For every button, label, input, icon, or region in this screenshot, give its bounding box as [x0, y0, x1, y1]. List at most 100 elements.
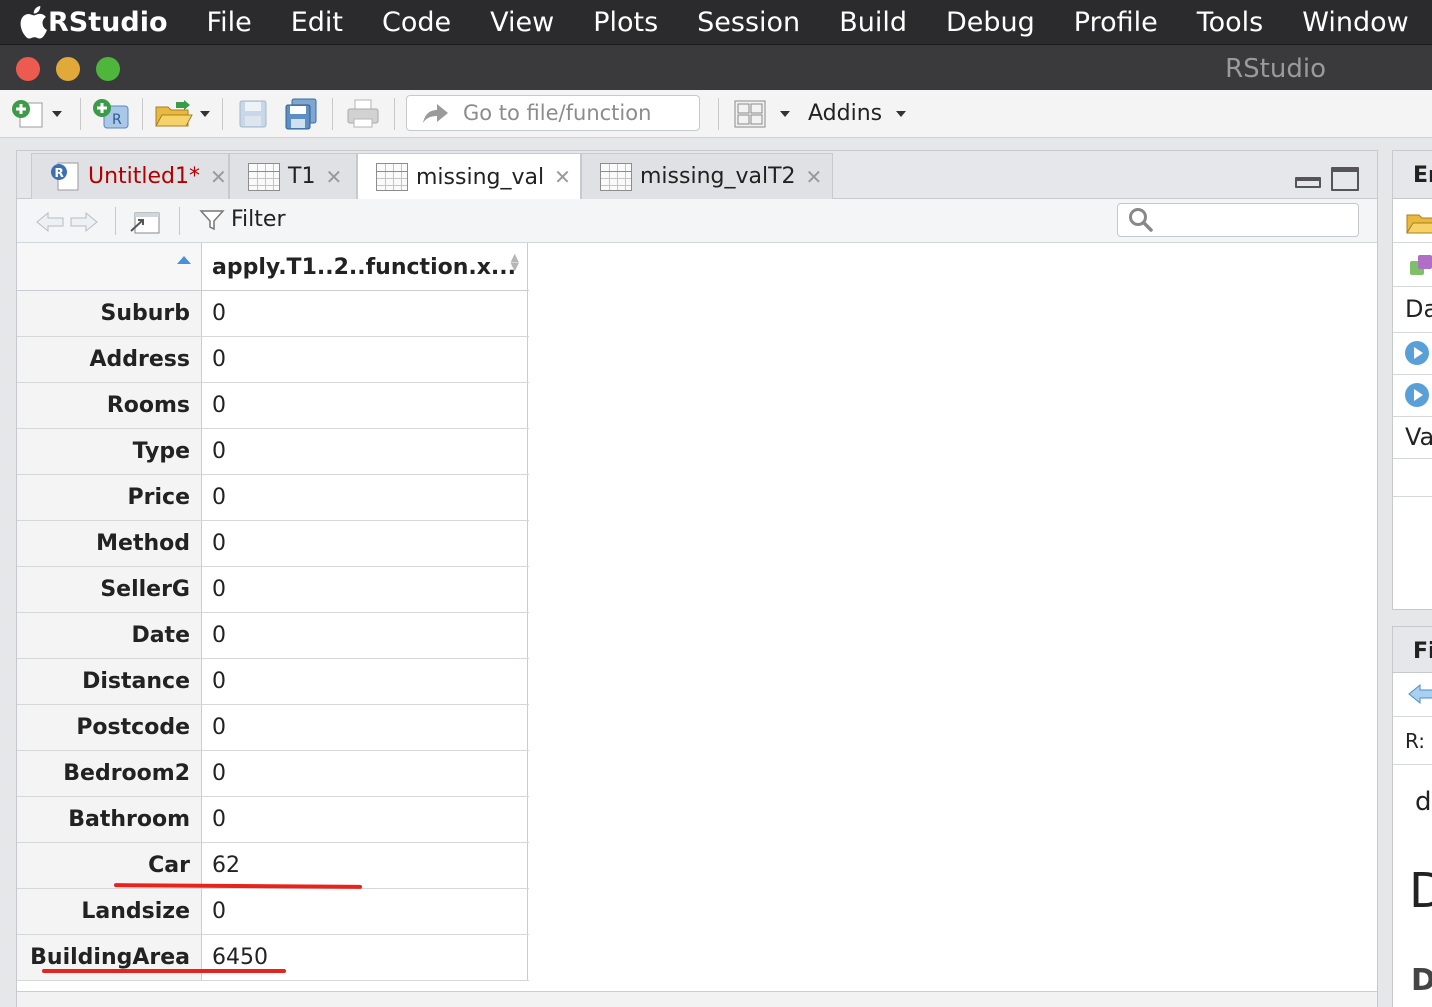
table-cell[interactable]: 0	[202, 613, 528, 658]
row-names-header[interactable]	[17, 243, 202, 290]
env-section-values: Va	[1393, 417, 1432, 459]
close-icon[interactable]: ✕	[325, 165, 342, 189]
table-cell[interactable]: 0	[202, 521, 528, 566]
tab-t1[interactable]: T1 ✕	[229, 153, 357, 199]
row-name: Bedroom2	[17, 751, 202, 796]
new-project-button[interactable]: R	[92, 98, 132, 130]
menu-app-name[interactable]: RStudio	[48, 7, 168, 38]
source-pane: R Untitled1* ✕ T1 ✕ missing_val ✕ missin…	[16, 150, 1378, 1007]
tab-missing-valt2[interactable]: missing_valT2 ✕	[581, 153, 833, 199]
files-tab[interactable]: Fi	[1393, 627, 1432, 673]
env-toolbar-row	[1393, 199, 1432, 243]
open-file-button[interactable]	[154, 98, 210, 130]
tab-label: Untitled1*	[88, 164, 201, 189]
close-icon[interactable]: ✕	[210, 165, 227, 189]
data-table-icon	[376, 163, 408, 191]
environment-tab[interactable]: En	[1393, 151, 1432, 199]
minimize-window-button[interactable]	[56, 57, 80, 81]
back-arrow-icon[interactable]	[35, 211, 65, 233]
env-item-row[interactable]	[1393, 333, 1432, 375]
menu-edit[interactable]: Edit	[291, 7, 343, 38]
table-cell[interactable]: 0	[202, 567, 528, 612]
table-row: Landsize 0	[17, 889, 529, 935]
menu-session[interactable]: Session	[697, 7, 800, 38]
chevron-down-icon	[200, 111, 210, 117]
menu-debug[interactable]: Debug	[946, 7, 1035, 38]
table-cell[interactable]: 0	[202, 659, 528, 704]
table-cell[interactable]: 0	[202, 429, 528, 474]
row-name: Address	[17, 337, 202, 382]
svg-text:R: R	[55, 166, 64, 180]
new-file-button[interactable]	[10, 98, 62, 130]
viewer-search-input[interactable]	[1162, 209, 1352, 231]
go-to-arrow-icon	[423, 104, 448, 123]
expand-play-icon[interactable]	[1405, 383, 1429, 407]
table-cell[interactable]: 0	[202, 797, 528, 842]
menu-plots[interactable]: Plots	[593, 7, 658, 38]
popout-icon[interactable]	[129, 209, 161, 235]
expand-play-icon[interactable]	[1405, 341, 1429, 365]
viewer-search-box[interactable]	[1117, 203, 1359, 237]
menu-file[interactable]: File	[207, 7, 252, 38]
menu-profile[interactable]: Profile	[1074, 7, 1158, 38]
table-row: Type 0	[17, 429, 529, 475]
go-to-file-input[interactable]	[463, 101, 693, 125]
maximize-pane-icon[interactable]	[1331, 167, 1359, 191]
table-row: Rooms 0	[17, 383, 529, 429]
pane-layout-button[interactable]	[734, 98, 790, 130]
column-header[interactable]: apply.T1..2..function.x... ▲ ▼	[202, 243, 528, 290]
forward-arrow-icon[interactable]	[69, 211, 99, 233]
tab-label: missing_valT2	[640, 164, 796, 189]
zoom-window-button[interactable]	[96, 57, 120, 81]
env-item-row[interactable]	[1393, 375, 1432, 417]
close-icon[interactable]: ✕	[806, 165, 823, 189]
tab-label: missing_val	[416, 164, 545, 190]
table-cell[interactable]: 0	[202, 751, 528, 796]
filter-button[interactable]: Filter	[199, 207, 285, 232]
folder-open-icon[interactable]	[1405, 209, 1432, 235]
print-button[interactable]	[346, 98, 380, 130]
menu-code[interactable]: Code	[382, 7, 451, 38]
toolbar-divider	[718, 98, 719, 130]
go-to-file-box[interactable]	[406, 95, 700, 131]
close-window-button[interactable]	[16, 57, 40, 81]
table-cell[interactable]: 6450	[202, 935, 528, 980]
back-arrow-icon[interactable]	[1407, 683, 1432, 705]
table-row: Suburb 0	[17, 291, 529, 337]
table-cell[interactable]: 0	[202, 383, 528, 428]
environment-pane: En Da Va	[1392, 150, 1432, 610]
addins-menu-button[interactable]: Addins	[808, 101, 907, 126]
menu-bar: RStudio File Edit Code View Plots Sessio…	[0, 0, 1432, 44]
table-cell[interactable]: 0	[202, 475, 528, 520]
files-content-text: d	[1415, 787, 1432, 817]
import-dataset-icon[interactable]	[1409, 253, 1432, 279]
files-path[interactable]: R:	[1393, 717, 1432, 765]
horizontal-scrollbar[interactable]	[17, 991, 1377, 1007]
tab-untitled1[interactable]: R Untitled1* ✕	[31, 153, 229, 199]
table-cell[interactable]: 0	[202, 291, 528, 336]
close-icon[interactable]: ✕	[554, 165, 571, 189]
toolbar-divider	[332, 98, 333, 130]
table-cell[interactable]: 0	[202, 337, 528, 382]
table-cell[interactable]: 0	[202, 889, 528, 934]
menu-tools[interactable]: Tools	[1197, 7, 1264, 38]
tab-strip: R Untitled1* ✕ T1 ✕ missing_val ✕ missin…	[17, 151, 1377, 200]
minimize-pane-icon[interactable]	[1295, 177, 1321, 188]
column-header-label: apply.T1..2..function.x...	[212, 255, 517, 280]
table-cell[interactable]: 62	[202, 843, 528, 888]
new-project-icon: R	[93, 99, 129, 129]
save-all-button[interactable]	[284, 98, 318, 130]
table-row: BuildingArea 6450	[17, 935, 529, 981]
tab-missing-val[interactable]: missing_val ✕	[357, 153, 581, 200]
apple-icon[interactable]	[0, 5, 48, 39]
row-name: Rooms	[17, 383, 202, 428]
row-name: BuildingArea	[17, 935, 202, 980]
svg-text:R: R	[112, 112, 122, 128]
save-button[interactable]	[238, 98, 268, 130]
menu-build[interactable]: Build	[839, 7, 907, 38]
table-cell[interactable]: 0	[202, 705, 528, 750]
data-table-icon	[248, 162, 280, 191]
grid-layout-icon	[734, 100, 766, 128]
menu-view[interactable]: View	[490, 7, 554, 38]
menu-window[interactable]: Window	[1302, 7, 1408, 38]
